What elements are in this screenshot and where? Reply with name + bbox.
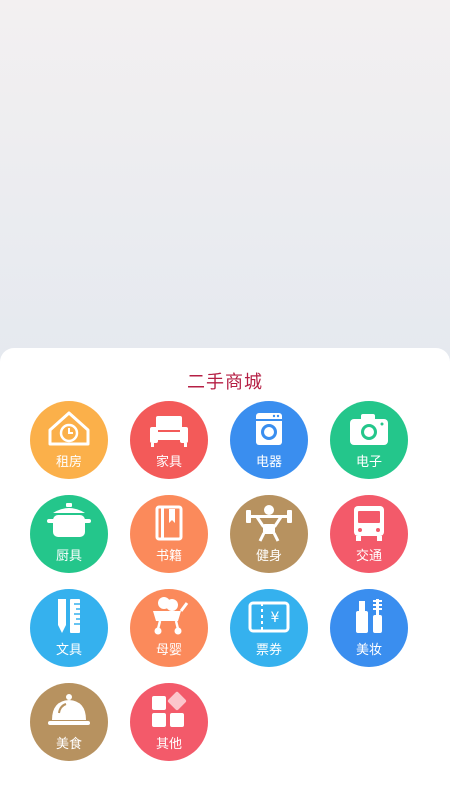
category-qita[interactable]: 其他: [130, 683, 208, 761]
category-label: 电子: [355, 454, 382, 469]
category-label: 母婴: [155, 642, 182, 657]
category-label: 其他: [155, 736, 182, 751]
category-label: 票券: [255, 642, 282, 657]
category-label: 文具: [55, 642, 82, 657]
category-piaoquan[interactable]: ¥ 票券: [230, 589, 308, 667]
category-shuji[interactable]: 书籍: [130, 495, 208, 573]
category-jiaju[interactable]: 家具: [130, 401, 208, 479]
category-chuju[interactable]: 厨具: [30, 495, 108, 573]
sheet-title: 二手商城: [187, 372, 263, 392]
category-wenju[interactable]: 文具: [30, 589, 108, 667]
category-label: 家具: [155, 454, 182, 469]
category-label: 电器: [255, 454, 282, 469]
category-label: 健身: [255, 548, 282, 563]
category-label: 书籍: [155, 548, 182, 563]
category-meizhuang[interactable]: 美妆: [330, 589, 408, 667]
svg-text:¥: ¥: [271, 610, 280, 626]
category-meishi[interactable]: 美食: [30, 683, 108, 761]
category-dianzi[interactable]: 电子: [330, 401, 408, 479]
category-label: 交通: [355, 548, 382, 563]
category-dianqi[interactable]: 电器: [230, 401, 308, 479]
category-muying[interactable]: 母婴: [130, 589, 208, 667]
category-label: 厨具: [55, 548, 82, 563]
category-zufang[interactable]: 租房: [30, 401, 108, 479]
category-label: 美妆: [355, 642, 382, 657]
category-label: 租房: [55, 454, 82, 469]
category-jianshen[interactable]: 健身: [230, 495, 308, 573]
category-sheet: 二手商城 租房 家具 电器 电子 厨具 书籍 健身 交通 文具 母婴 ¥ 票券 …: [0, 348, 450, 800]
category-jiaotong[interactable]: 交通: [330, 495, 408, 573]
category-label: 美食: [55, 736, 82, 751]
